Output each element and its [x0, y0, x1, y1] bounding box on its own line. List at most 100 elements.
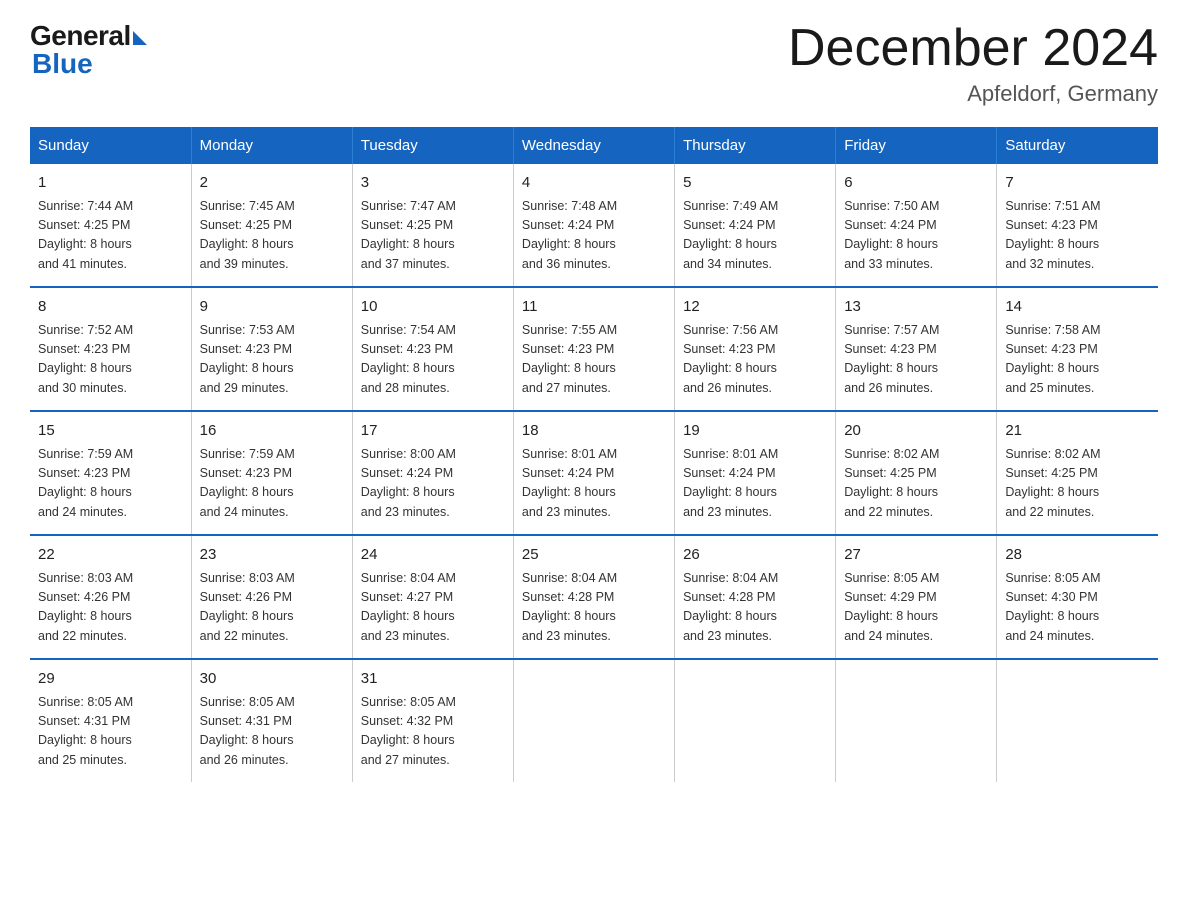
header-day-wednesday: Wednesday	[513, 127, 674, 164]
day-info: Sunrise: 8:05 AMSunset: 4:31 PMDaylight:…	[200, 693, 344, 771]
page-header: General Blue December 2024 Apfeldorf, Ge…	[30, 20, 1158, 107]
day-cell-16: 16Sunrise: 7:59 AMSunset: 4:23 PMDayligh…	[191, 411, 352, 535]
day-number: 5	[683, 172, 827, 195]
week-row-1: 1Sunrise: 7:44 AMSunset: 4:25 PMDaylight…	[30, 164, 1158, 287]
day-number: 11	[522, 296, 666, 319]
logo-arrow-icon	[133, 31, 147, 45]
empty-cell	[997, 659, 1158, 782]
day-info: Sunrise: 8:05 AMSunset: 4:32 PMDaylight:…	[361, 693, 505, 771]
logo: General Blue	[30, 20, 147, 80]
day-cell-7: 7Sunrise: 7:51 AMSunset: 4:23 PMDaylight…	[997, 164, 1158, 287]
day-info: Sunrise: 7:51 AMSunset: 4:23 PMDaylight:…	[1005, 197, 1150, 275]
day-cell-28: 28Sunrise: 8:05 AMSunset: 4:30 PMDayligh…	[997, 535, 1158, 659]
day-cell-20: 20Sunrise: 8:02 AMSunset: 4:25 PMDayligh…	[836, 411, 997, 535]
week-row-4: 22Sunrise: 8:03 AMSunset: 4:26 PMDayligh…	[30, 535, 1158, 659]
day-cell-11: 11Sunrise: 7:55 AMSunset: 4:23 PMDayligh…	[513, 287, 674, 411]
day-info: Sunrise: 8:03 AMSunset: 4:26 PMDaylight:…	[38, 569, 183, 647]
week-row-3: 15 Sunrise: 7:59 AMSunset: 4:23 PMDayligh…	[30, 411, 1158, 535]
day-number: 13	[844, 296, 988, 319]
day-number: 14	[1005, 296, 1150, 319]
day-info: Sunrise: 7:53 AMSunset: 4:23 PMDaylight:…	[200, 321, 344, 399]
day-info: Sunrise: 8:04 AMSunset: 4:27 PMDaylight:…	[361, 569, 505, 647]
day-info: Sunrise: 8:01 AMSunset: 4:24 PMDaylight:…	[683, 445, 827, 523]
day-cell-1: 1Sunrise: 7:44 AMSunset: 4:25 PMDaylight…	[30, 164, 191, 287]
day-cell-15: 15Sunrise: 7:59 AMSunset: 4:23 PMDayligh…	[30, 411, 191, 535]
logo-blue-text: Blue	[32, 48, 93, 80]
day-cell-4: 4Sunrise: 7:48 AMSunset: 4:24 PMDaylight…	[513, 164, 674, 287]
day-cell-21: 21Sunrise: 8:02 AMSunset: 4:25 PMDayligh…	[997, 411, 1158, 535]
title-block: December 2024 Apfeldorf, Germany	[788, 20, 1158, 107]
day-cell-14: 14Sunrise: 7:58 AMSunset: 4:23 PMDayligh…	[997, 287, 1158, 411]
day-info: Sunrise: 7:45 AMSunset: 4:25 PMDaylight:…	[200, 197, 344, 275]
day-number: 26	[683, 544, 827, 567]
empty-cell	[675, 659, 836, 782]
day-info: Sunrise: 7:48 AMSunset: 4:24 PMDaylight:…	[522, 197, 666, 275]
main-title: December 2024	[788, 20, 1158, 77]
day-cell-29: 29Sunrise: 8:05 AMSunset: 4:31 PMDayligh…	[30, 659, 191, 782]
day-info: Sunrise: 7:49 AMSunset: 4:24 PMDaylight:…	[683, 197, 827, 275]
day-info: Sunrise: 7:54 AMSunset: 4:23 PMDaylight:…	[361, 321, 505, 399]
day-info: Sunrise: 7:57 AMSunset: 4:23 PMDaylight:…	[844, 321, 988, 399]
day-info: Sunrise: 8:00 AMSunset: 4:24 PMDaylight:…	[361, 445, 505, 523]
calendar-table: SundayMondayTuesdayWednesdayThursdayFrid…	[30, 127, 1158, 782]
day-cell-31: 31Sunrise: 8:05 AMSunset: 4:32 PMDayligh…	[352, 659, 513, 782]
day-cell-3: 3Sunrise: 7:47 AMSunset: 4:25 PMDaylight…	[352, 164, 513, 287]
day-number: 2	[200, 172, 344, 195]
day-info: Sunrise: 7:47 AMSunset: 4:25 PMDaylight:…	[361, 197, 505, 275]
header-day-saturday: Saturday	[997, 127, 1158, 164]
day-cell-2: 2Sunrise: 7:45 AMSunset: 4:25 PMDaylight…	[191, 164, 352, 287]
day-number: 27	[844, 544, 988, 567]
day-number: 6	[844, 172, 988, 195]
day-number: 17	[361, 420, 505, 443]
day-info: Sunrise: 8:05 AMSunset: 4:30 PMDaylight:…	[1005, 569, 1150, 647]
empty-cell	[836, 659, 997, 782]
day-info: Sunrise: 7:52 AMSunset: 4:23 PMDaylight:…	[38, 321, 183, 399]
day-number: 4	[522, 172, 666, 195]
day-number: 21	[1005, 420, 1150, 443]
day-cell-25: 25Sunrise: 8:04 AMSunset: 4:28 PMDayligh…	[513, 535, 674, 659]
day-number: 20	[844, 420, 988, 443]
day-info: Sunrise: 8:05 AMSunset: 4:31 PMDaylight:…	[38, 693, 183, 771]
week-row-5: 29Sunrise: 8:05 AMSunset: 4:31 PMDayligh…	[30, 659, 1158, 782]
day-number: 18	[522, 420, 666, 443]
day-info: Sunrise: 8:05 AMSunset: 4:29 PMDaylight:…	[844, 569, 988, 647]
day-cell-30: 30Sunrise: 8:05 AMSunset: 4:31 PMDayligh…	[191, 659, 352, 782]
calendar-header-row: SundayMondayTuesdayWednesdayThursdayFrid…	[30, 127, 1158, 164]
day-cell-22: 22Sunrise: 8:03 AMSunset: 4:26 PMDayligh…	[30, 535, 191, 659]
day-info: Sunrise: 8:04 AMSunset: 4:28 PMDaylight:…	[522, 569, 666, 647]
day-cell-8: 8Sunrise: 7:52 AMSunset: 4:23 PMDaylight…	[30, 287, 191, 411]
header-day-sunday: Sunday	[30, 127, 191, 164]
day-cell-5: 5Sunrise: 7:49 AMSunset: 4:24 PMDaylight…	[675, 164, 836, 287]
day-info: Sunrise: 7:58 AMSunset: 4:23 PMDaylight:…	[1005, 321, 1150, 399]
day-number: 16	[200, 420, 344, 443]
day-number: 1	[38, 172, 183, 195]
day-cell-26: 26Sunrise: 8:04 AMSunset: 4:28 PMDayligh…	[675, 535, 836, 659]
header-day-friday: Friday	[836, 127, 997, 164]
day-number: 30	[200, 668, 344, 691]
day-info: Sunrise: 7:56 AMSunset: 4:23 PMDaylight:…	[683, 321, 827, 399]
day-info: Sunrise: 8:02 AMSunset: 4:25 PMDaylight:…	[844, 445, 988, 523]
day-cell-19: 19Sunrise: 8:01 AMSunset: 4:24 PMDayligh…	[675, 411, 836, 535]
day-cell-27: 27Sunrise: 8:05 AMSunset: 4:29 PMDayligh…	[836, 535, 997, 659]
day-number: 12	[683, 296, 827, 319]
day-number: 7	[1005, 172, 1150, 195]
day-number: 3	[361, 172, 505, 195]
day-number: 9	[200, 296, 344, 319]
day-number: 25	[522, 544, 666, 567]
day-number: 15	[38, 420, 183, 443]
day-cell-23: 23Sunrise: 8:03 AMSunset: 4:26 PMDayligh…	[191, 535, 352, 659]
subtitle: Apfeldorf, Germany	[788, 81, 1158, 107]
day-cell-24: 24Sunrise: 8:04 AMSunset: 4:27 PMDayligh…	[352, 535, 513, 659]
day-info: Sunrise: 8:01 AMSunset: 4:24 PMDaylight:…	[522, 445, 666, 523]
day-cell-12: 12Sunrise: 7:56 AMSunset: 4:23 PMDayligh…	[675, 287, 836, 411]
day-info: Sunrise: 8:03 AMSunset: 4:26 PMDaylight:…	[200, 569, 344, 647]
header-day-tuesday: Tuesday	[352, 127, 513, 164]
day-number: 23	[200, 544, 344, 567]
day-cell-17: 17Sunrise: 8:00 AMSunset: 4:24 PMDayligh…	[352, 411, 513, 535]
empty-cell	[513, 659, 674, 782]
day-cell-13: 13Sunrise: 7:57 AMSunset: 4:23 PMDayligh…	[836, 287, 997, 411]
day-info: Sunrise: 7:59 AMSunset: 4:23 PMDaylight:…	[200, 445, 344, 523]
day-info: Sunrise: 7:44 AMSunset: 4:25 PMDaylight:…	[38, 197, 183, 275]
day-number: 29	[38, 668, 183, 691]
day-info: Sunrise: 8:04 AMSunset: 4:28 PMDaylight:…	[683, 569, 827, 647]
